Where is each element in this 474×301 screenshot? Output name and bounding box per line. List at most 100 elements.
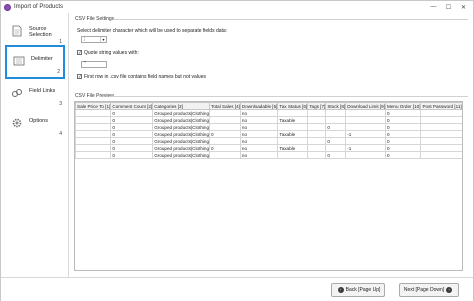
- step-label: Options: [29, 118, 48, 124]
- table-cell: [209, 137, 241, 145]
- table-cell: 0: [110, 123, 154, 131]
- column-header[interactable]: Downloadable [5]: [239, 102, 279, 110]
- table-cell: -1: [345, 130, 387, 138]
- table-cell: 0: [385, 137, 422, 145]
- table-row[interactable]: 0 Grouped products|Clothing 0 no Taxable -1 0: [75, 130, 462, 138]
- back-button[interactable]: ‹ Back [Page Up]: [331, 283, 385, 297]
- table-cell: [277, 109, 309, 117]
- gear-icon: [12, 118, 22, 128]
- table-cell: 0: [325, 123, 347, 131]
- back-label: Back [Page Up]: [345, 287, 381, 293]
- table-cell: no: [239, 144, 279, 152]
- table-cell: [345, 109, 387, 117]
- preview-grid[interactable]: Sale Price To [1] Comment Count [2] Catego…: [74, 101, 463, 271]
- wizard-steps: Source Selection 1 Delimiter 2 Field Lin…: [1, 13, 69, 277]
- column-header[interactable]: Total Sales [4]: [209, 102, 241, 110]
- chevron-down-icon: ▾: [100, 37, 106, 42]
- table-cell: [75, 137, 112, 145]
- next-label: Next [Page Down]: [403, 287, 445, 293]
- column-header[interactable]: Download Limit [9]: [345, 102, 387, 110]
- import-window: Import of Products — ☐ ✕ Source Selectio…: [0, 0, 474, 301]
- table-cell: Grouped products|Clothing: [152, 137, 211, 145]
- table-cell: [277, 137, 309, 145]
- table-cell: Taxable: [277, 130, 309, 138]
- table-row[interactable]: 0 Grouped products|Clothing no Taxable 0: [75, 116, 462, 124]
- settings-section-title: CSV File Settings: [75, 16, 115, 22]
- step-label: Source Selection: [29, 26, 52, 38]
- window-title: Import of Products: [14, 4, 64, 10]
- table-cell: 0: [385, 109, 422, 117]
- column-header[interactable]: Tax Status [6]: [277, 102, 309, 110]
- table-cell: no: [239, 116, 279, 124]
- step-options[interactable]: Options 4: [5, 109, 65, 139]
- table-cell: [420, 130, 462, 138]
- table-cell: no: [239, 123, 279, 131]
- table-cell: [307, 109, 327, 117]
- table-cell: [325, 109, 347, 117]
- table-cell: Grouped products|Clothing: [152, 144, 211, 152]
- table-cell: [325, 130, 347, 138]
- wizard-footer: ‹ Back [Page Up] Next [Page Down] ›: [1, 277, 473, 301]
- table-cell: 0: [110, 151, 154, 159]
- column-header[interactable]: Comment Count [2]: [110, 102, 154, 110]
- app-icon: [4, 3, 11, 11]
- table-cell: 0: [110, 137, 154, 145]
- step-field-links[interactable]: Field Links 3: [5, 79, 65, 109]
- table-cell: Grouped products|Clothing: [152, 109, 211, 117]
- maximize-button[interactable]: ☐: [441, 1, 456, 13]
- table-cell: [345, 123, 387, 131]
- header-row: Sale Price To [1] Comment Count [2] Catego…: [75, 102, 462, 110]
- table-cell: [209, 123, 241, 131]
- table-cell: [420, 137, 462, 145]
- column-header[interactable]: Menu Order [10]: [385, 102, 422, 110]
- table-cell: 0: [385, 116, 422, 124]
- table-cell: Taxable: [277, 144, 309, 152]
- delimiter-select[interactable]: ; ▾: [81, 36, 107, 43]
- table-row[interactable]: 0 Grouped products|Clothing no 0 0: [75, 123, 462, 131]
- quote-input[interactable]: ": [81, 61, 107, 68]
- column-header[interactable]: Tags [7]: [307, 102, 327, 110]
- table-row[interactable]: 0 Grouped products|Clothing no 0 0: [75, 137, 462, 145]
- column-header[interactable]: Stock [8]: [325, 102, 347, 110]
- link-icon: [12, 89, 22, 97]
- quote-label: Quote string values with:: [84, 50, 139, 56]
- table-cell: Grouped products|Clothing: [152, 116, 211, 124]
- step-delimiter[interactable]: Delimiter 2: [5, 45, 65, 79]
- table-cell: [307, 137, 327, 145]
- minimize-button[interactable]: —: [426, 1, 441, 13]
- arrow-left-icon: ‹: [337, 287, 344, 293]
- delimiter-label: Select delimiter character which will be…: [77, 28, 228, 34]
- table-cell: [277, 151, 309, 159]
- table-cell: [345, 151, 387, 159]
- table-cell: [75, 130, 112, 138]
- table-cell: [420, 109, 462, 117]
- column-header[interactable]: Post Password [11]: [420, 102, 462, 110]
- close-button[interactable]: ✕: [456, 1, 471, 13]
- column-header[interactable]: Categories [3]: [152, 102, 211, 110]
- first-row-checkbox[interactable]: ✓: [77, 74, 82, 79]
- step-number: 3: [59, 101, 62, 107]
- preview-divider: [109, 96, 468, 97]
- table-row[interactable]: 0 Grouped products|Clothing 0 no Taxable -1 0: [75, 144, 462, 152]
- quote-checkbox[interactable]: ✓: [77, 50, 82, 55]
- document-icon: [12, 25, 22, 37]
- table-cell: [307, 151, 327, 159]
- table-cell: [209, 116, 241, 124]
- table-row[interactable]: 0 Grouped products|Clothing no 0 0: [75, 151, 462, 159]
- step-label: Delimiter: [31, 56, 53, 62]
- table-cell: [345, 116, 387, 124]
- first-row-label: First row in .csv file contains field na…: [84, 74, 206, 80]
- table-cell: no: [239, 151, 279, 159]
- table-cell: [209, 109, 241, 117]
- step-source-selection[interactable]: Source Selection 1: [5, 17, 65, 47]
- table-cell: [307, 130, 327, 138]
- column-header[interactable]: Sale Price To [1]: [75, 102, 112, 110]
- table-cell: [325, 116, 347, 124]
- table-cell: [307, 144, 327, 152]
- preview-table: Sale Price To [1] Comment Count [2] Catego…: [75, 102, 462, 159]
- table-cell: 0: [110, 109, 154, 117]
- table-row[interactable]: 0 Grouped products|Clothing no 0: [75, 109, 462, 117]
- table-cell: 0: [110, 144, 154, 152]
- table-cell: [325, 144, 347, 152]
- next-button[interactable]: Next [Page Down] ›: [399, 283, 459, 297]
